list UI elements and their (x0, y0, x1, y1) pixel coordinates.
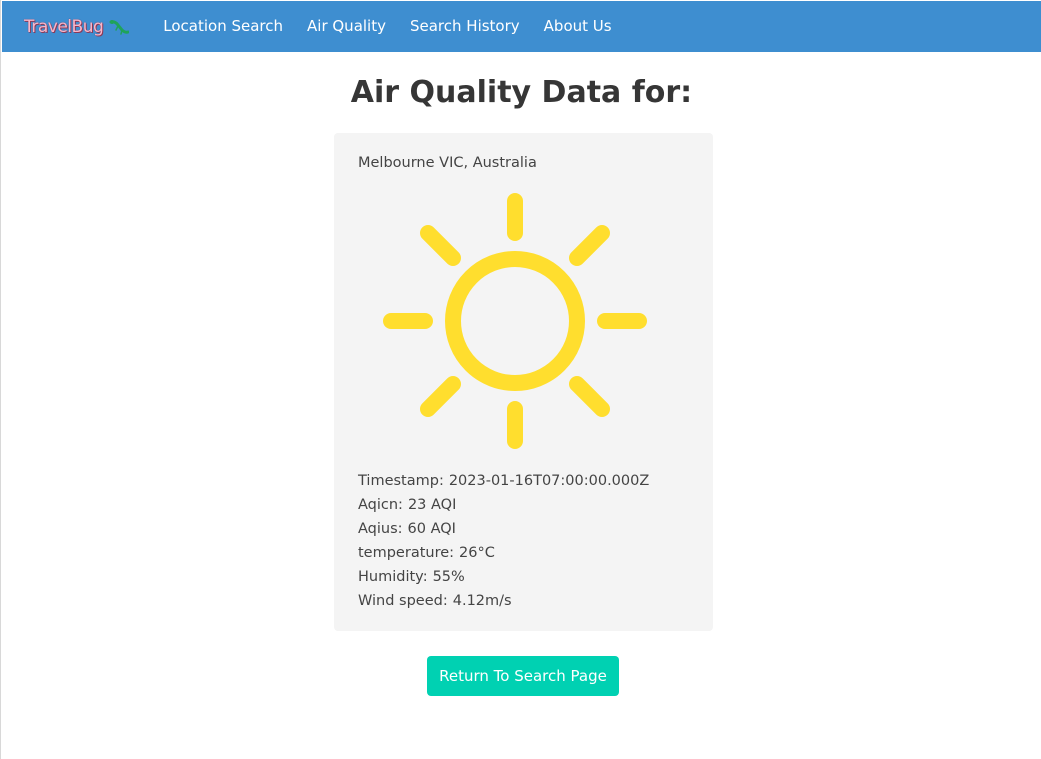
stat-value: 2023-01-16T07:00:00.000Z (448, 473, 650, 489)
stat-label: Wind speed: (358, 593, 448, 609)
nav-link-location-search[interactable]: Location Search (151, 1, 295, 52)
sun-icon (383, 193, 647, 449)
stat-timestamp: Timestamp: 2023-01-16T07:00:00.000Z (358, 469, 649, 493)
stat-value: 4.12m/s (452, 593, 512, 609)
location-name: Melbourne VIC, Australia (358, 155, 537, 171)
stat-label: Timestamp: (358, 473, 444, 489)
stat-aqius: Aqius: 60 AQI (358, 517, 649, 541)
return-to-search-button[interactable]: Return To Search Page (427, 656, 619, 696)
nav-link-about-us[interactable]: About Us (532, 1, 624, 52)
stat-temperature: temperature: 26°C (358, 541, 649, 565)
stat-aqicn: Aqicn: 23 AQI (358, 493, 649, 517)
stat-humidity: Humidity: 55% (358, 565, 649, 589)
nav-link-search-history[interactable]: Search History (398, 1, 532, 52)
stat-value: 55% (432, 569, 465, 585)
stat-label: temperature: (358, 545, 455, 561)
nav-link-air-quality[interactable]: Air Quality (295, 1, 398, 52)
brand-logo[interactable]: TravelBug (24, 1, 130, 52)
air-quality-stats: Timestamp: 2023-01-16T07:00:00.000Z Aqic… (358, 469, 649, 613)
stat-wind-speed: Wind speed: 4.12m/s (358, 589, 649, 613)
air-quality-card: Melbourne VIC, Australia Timestamp: 2023… (334, 133, 713, 631)
stat-value: 60 AQI (407, 521, 456, 537)
bug-icon (109, 19, 130, 35)
brand-name: TravelBug (24, 16, 104, 37)
nav-links: Location Search Air Quality Search Histo… (151, 1, 623, 52)
page-title: Air Quality Data for: (350, 75, 693, 110)
stat-value: 26°C (459, 545, 495, 561)
stat-label: Humidity: (358, 569, 428, 585)
stat-label: Aqicn: (358, 497, 403, 513)
stat-label: Aqius: (358, 521, 403, 537)
stat-value: 23 AQI (407, 497, 457, 513)
top-navbar: TravelBug Location Search Air Quality Se… (2, 1, 1041, 52)
